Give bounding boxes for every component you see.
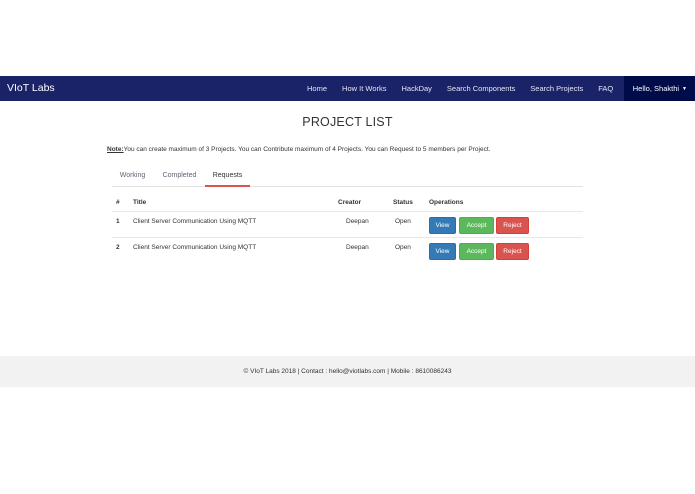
row-number: 1 — [116, 218, 120, 225]
accept-button[interactable]: Accept — [459, 243, 494, 260]
tab-requests[interactable]: Requests — [205, 168, 250, 187]
tab-working[interactable]: Working — [112, 168, 153, 185]
tab-completed[interactable]: Completed — [156, 168, 203, 185]
caret-down-icon: ▼ — [682, 85, 687, 92]
footer-text: © VIoT Labs 2018 | Contact : hello@viotl… — [243, 368, 452, 375]
nav-home[interactable]: Home — [300, 76, 335, 101]
note-text: You can create maximum of 3 Projects. Yo… — [123, 146, 491, 153]
brand-logo[interactable]: VIoT Labs — [7, 76, 55, 101]
project-tabs: Working Completed Requests — [112, 168, 583, 187]
nav-faq[interactable]: FAQ — [591, 76, 621, 101]
nav-links: Home How It Works HackDay Search Compone… — [300, 76, 695, 101]
view-button[interactable]: View — [429, 243, 456, 260]
header-creator: Creator — [338, 199, 362, 206]
nav-search-components[interactable]: Search Components — [439, 76, 522, 101]
user-greeting: Hello, Shakthi — [632, 84, 680, 93]
view-button[interactable]: View — [429, 217, 456, 234]
header-operations: Operations — [429, 199, 464, 206]
note-label: Note: — [107, 146, 124, 153]
row-creator: Deepan — [346, 244, 369, 251]
header-number: # — [116, 199, 120, 206]
page-title: PROJECT LIST — [302, 115, 393, 129]
row-title: Client Server Communication Using MQTT — [133, 218, 257, 225]
project-limits-note: Note:You can create maximum of 3 Project… — [107, 146, 490, 153]
row-title: Client Server Communication Using MQTT — [133, 244, 257, 251]
row-number: 2 — [116, 244, 120, 251]
header-divider — [112, 211, 583, 212]
accept-button[interactable]: Accept — [459, 217, 494, 234]
reject-button[interactable]: Reject — [496, 243, 529, 260]
row-status: Open — [395, 218, 411, 225]
top-navbar: VIoT Labs Home How It Works HackDay Sear… — [0, 76, 695, 101]
row-divider — [112, 237, 583, 238]
nav-search-projects[interactable]: Search Projects — [523, 76, 591, 101]
footer: © VIoT Labs 2018 | Contact : hello@viotl… — [0, 356, 695, 387]
user-menu-dropdown[interactable]: Hello, Shakthi ▼ — [623, 76, 695, 101]
row-status: Open — [395, 244, 411, 251]
header-status: Status — [393, 199, 413, 206]
nav-how-it-works[interactable]: How It Works — [335, 76, 394, 101]
nav-hackday[interactable]: HackDay — [394, 76, 439, 101]
row-creator: Deepan — [346, 218, 369, 225]
reject-button[interactable]: Reject — [496, 217, 529, 234]
header-title: Title — [133, 199, 147, 206]
